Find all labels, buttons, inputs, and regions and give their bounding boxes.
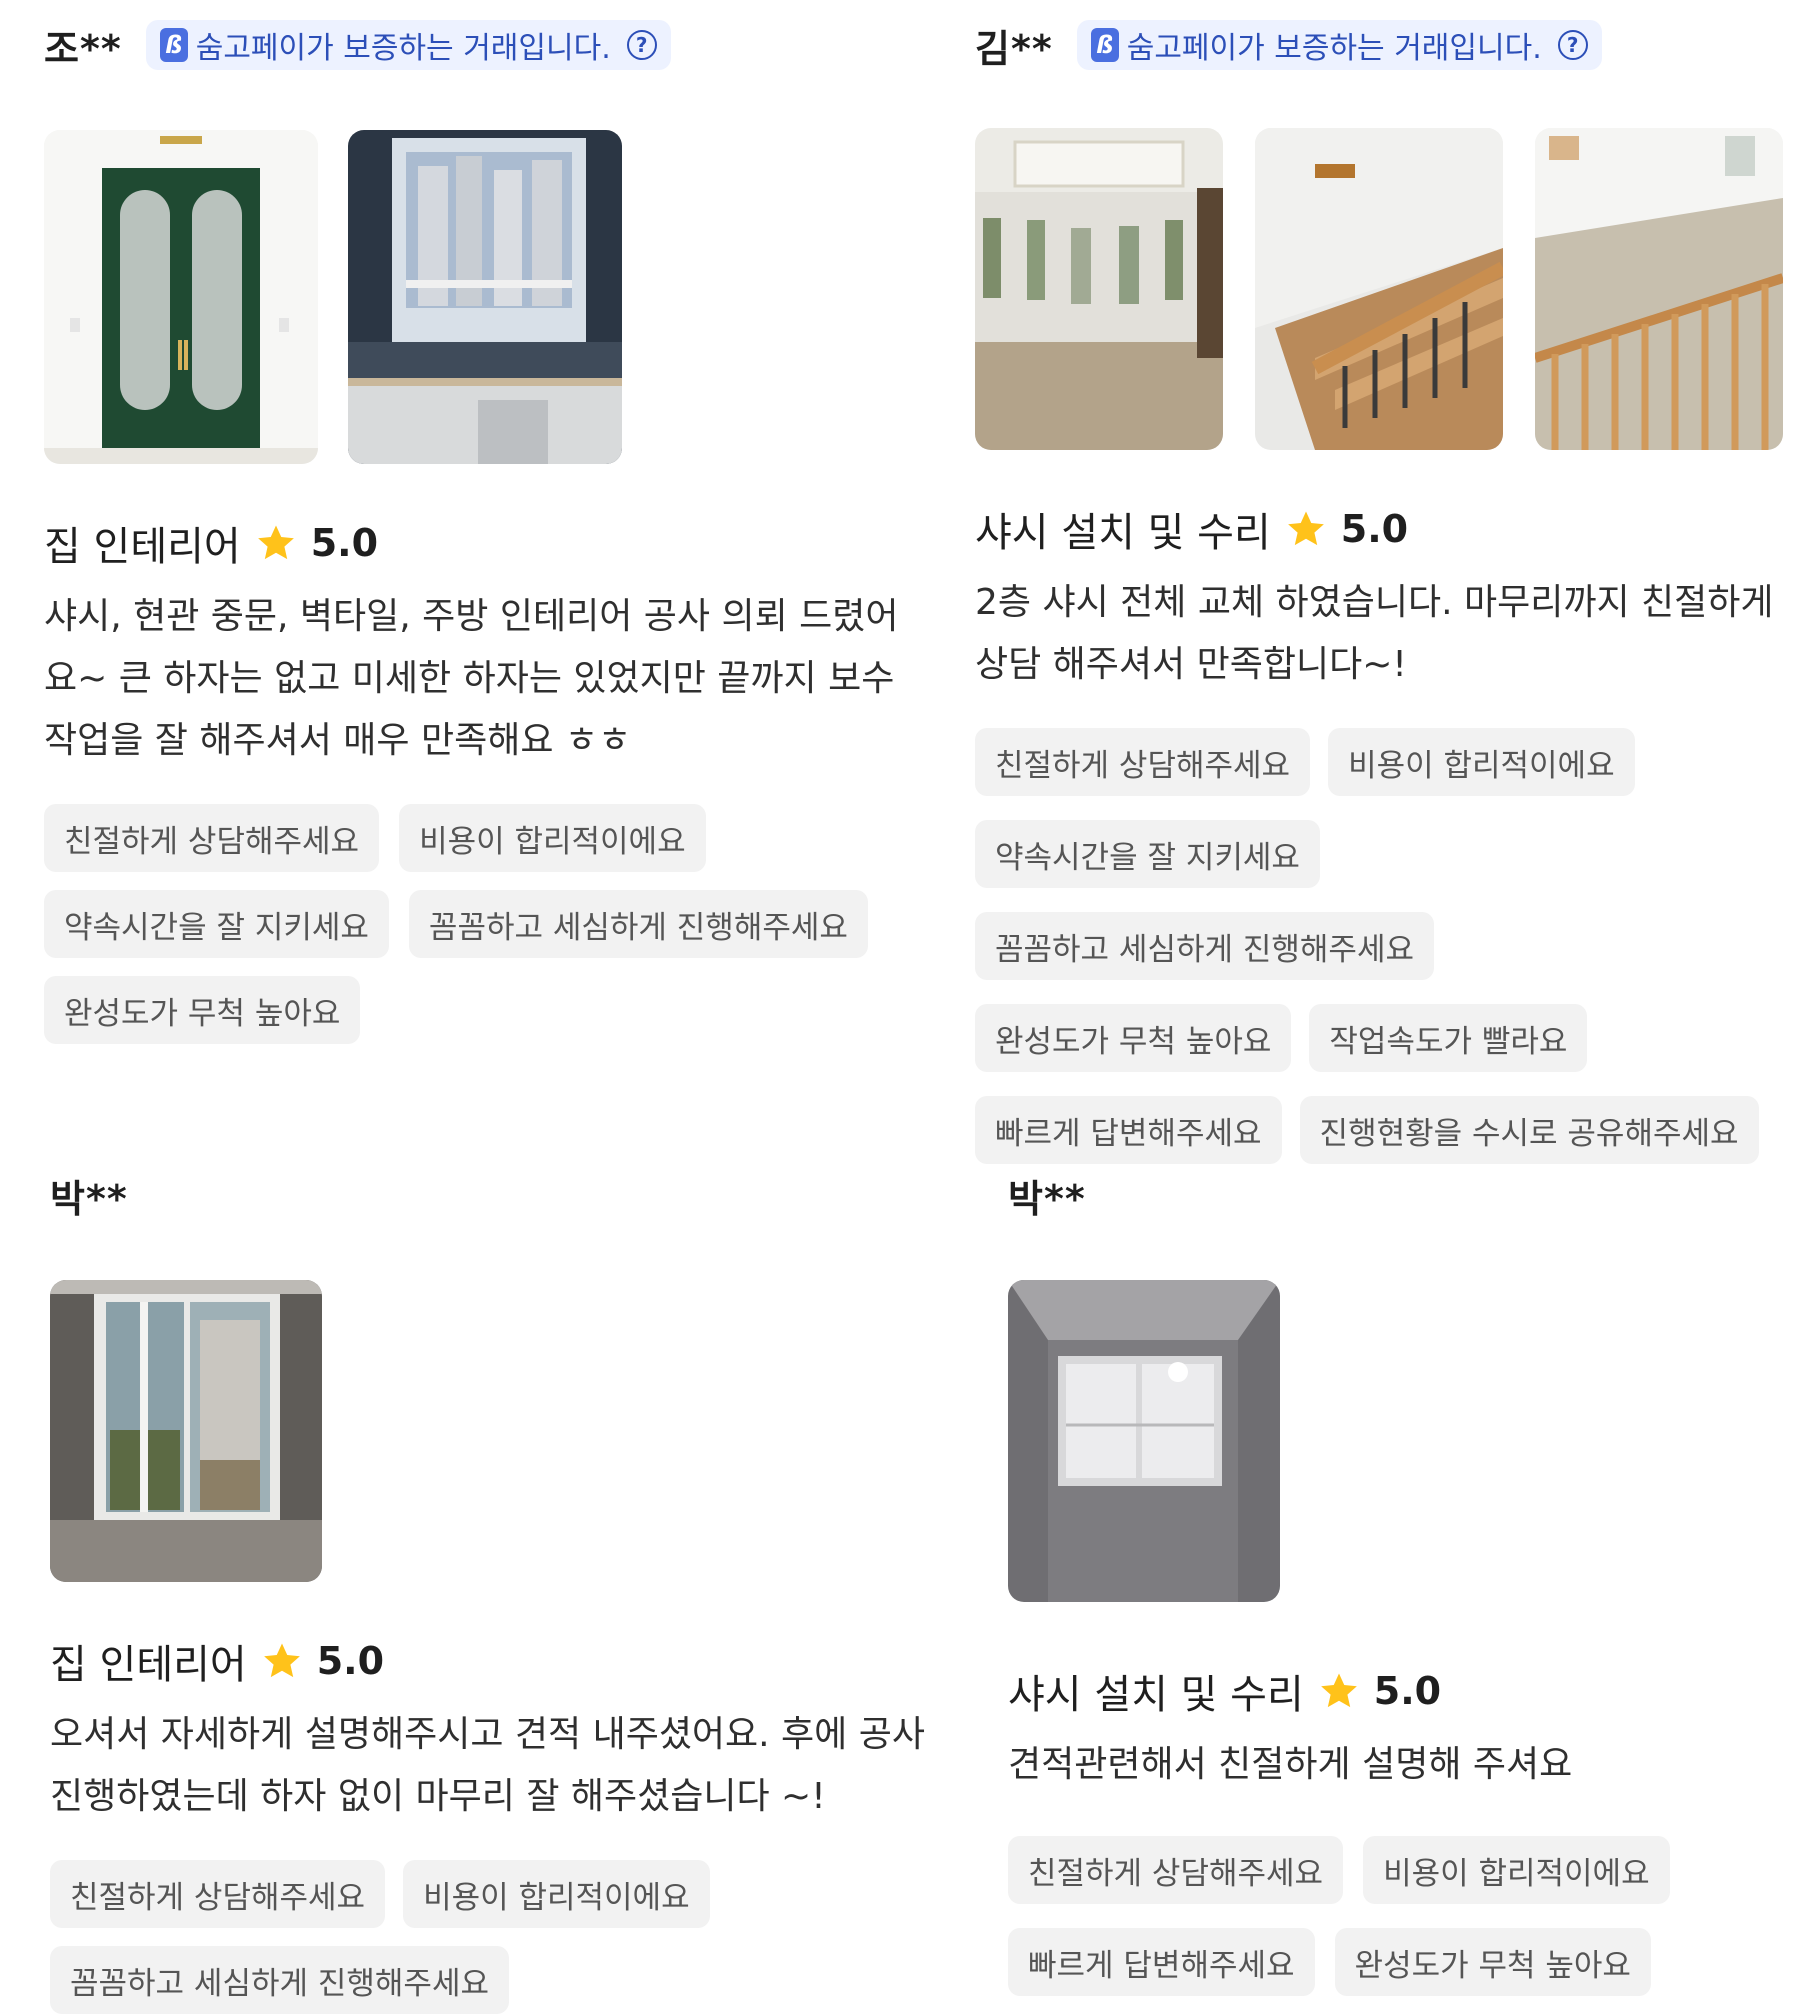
review-photos: [975, 128, 1785, 450]
review-tag: 비용이 합리적이에요: [1328, 728, 1635, 796]
review-header: 조** ß 숨고페이가 보증하는 거래입니다. ?: [44, 10, 924, 80]
rating-value: 5.0: [310, 521, 379, 565]
review-photos: [44, 130, 924, 464]
review-photo[interactable]: [1008, 1280, 1280, 1602]
review-text: 2층 샤시 전체 교체 하였습니다. 마무리까지 친절하게 상담 해주셔서 만족…: [975, 582, 1774, 685]
review-header: 박**: [1008, 1160, 1788, 1230]
review-tag: 완성도가 무척 높아요: [44, 976, 361, 1044]
review-tag: 비용이 합리적이에요: [1363, 1836, 1670, 1904]
review-card: 김** ß 숨고페이가 보증하는 거래입니다. ? 샤시 설치 및 수리 5.0…: [975, 10, 1785, 1164]
help-icon[interactable]: ?: [1557, 30, 1588, 60]
star-icon: [263, 1643, 300, 1678]
review-tag: 친절하게 상담해주세요: [50, 1860, 386, 1928]
review-tag: 꼼꼼하고 세심하게 진행해주세요: [50, 1946, 509, 2014]
review-tag: 친절하게 상담해주세요: [975, 728, 1311, 796]
rating-value: 5.0: [316, 1639, 385, 1683]
review-text: 오셔서 자세하게 설명해주시고 견적 내주셨어요. 후에 공사 진행하였는데 하…: [50, 1714, 925, 1817]
review-header: 김** ß 숨고페이가 보증하는 거래입니다. ?: [975, 10, 1785, 80]
review-text: 샤시, 현관 중문, 벽타일, 주방 인테리어 공사 의뢰 드렸어요~ 큰 하자…: [44, 596, 899, 761]
review-text: 견적관련해서 친절하게 설명해 주셔요: [1008, 1744, 1573, 1785]
review-title-row: 집 인테리어 5.0: [44, 514, 924, 572]
review-tag: 꼼꼼하고 세심하게 진행해주세요: [408, 890, 868, 958]
rating-value: 5.0: [1373, 1669, 1442, 1713]
review-tag: 비용이 합리적이에요: [403, 1860, 710, 1928]
review-card: 조** ß 숨고페이가 보증하는 거래입니다. ? 집 인테리어 5.0 샤시,…: [44, 10, 924, 1044]
service-category: 집 인테리어: [44, 524, 241, 570]
review-tag: 비용이 합리적이에요: [399, 804, 706, 872]
review-photo[interactable]: [50, 1280, 322, 1582]
help-icon[interactable]: ?: [626, 30, 657, 60]
soomgo-pay-icon: ß: [159, 28, 188, 62]
review-photos: [1008, 1280, 1788, 1602]
review-tag: 약속시간을 잘 지키세요: [975, 820, 1320, 888]
review-photo[interactable]: [1255, 128, 1503, 450]
review-photo[interactable]: [44, 130, 318, 464]
payment-guarantee-badge[interactable]: ß 숨고페이가 보증하는 거래입니다. ?: [145, 20, 671, 70]
review-photo[interactable]: [975, 128, 1223, 450]
review-tags: 친절하게 상담해주세요 비용이 합리적이에요 꼼꼼하고 세심하게 진행해주세요: [50, 1860, 910, 2014]
review-tag: 진행현황을 수시로 공유해주세요: [1299, 1096, 1759, 1164]
reviewer-name: 박**: [50, 1176, 128, 1221]
review-tag: 꼼꼼하고 세심하게 진행해주세요: [975, 912, 1434, 980]
reviewer-name: 조**: [44, 26, 122, 71]
soomgo-pay-icon: ß: [1090, 28, 1119, 62]
review-photo[interactable]: [348, 130, 622, 464]
review-card: 박** 집 인테리어 5.0 오셔서 자세하게 설명해주시고 견적 내주셨어요.…: [50, 1160, 930, 2014]
review-tag: 작업속도가 빨라요: [1309, 1004, 1588, 1072]
review-header: 박**: [50, 1160, 930, 1230]
review-photo[interactable]: [1535, 128, 1783, 450]
star-icon: [1287, 511, 1324, 546]
badge-text: 숨고페이가 보증하는 거래입니다.: [1126, 31, 1542, 66]
review-tag: 빠르게 답변해주세요: [1008, 1928, 1315, 1996]
service-category: 샤시 설치 및 수리: [975, 510, 1271, 556]
review-title-row: 집 인테리어 5.0: [50, 1632, 930, 1690]
reviewer-name: 김**: [975, 26, 1053, 71]
review-title-row: 샤시 설치 및 수리 5.0: [975, 500, 1785, 558]
badge-text: 숨고페이가 보증하는 거래입니다.: [195, 31, 611, 66]
review-card: 박** 샤시 설치 및 수리 5.0 견적관련해서 친절하게 설명해 주셔요 친…: [1008, 1160, 1788, 1996]
review-tag: 완성도가 무척 높아요: [975, 1004, 1292, 1072]
payment-guarantee-badge[interactable]: ß 숨고페이가 보증하는 거래입니다. ?: [1076, 20, 1602, 70]
review-tag: 완성도가 무척 높아요: [1334, 1928, 1651, 1996]
review-tags: 친절하게 상담해주세요 비용이 합리적이에요 약속시간을 잘 지키세요 꼼꼼하고…: [975, 728, 1765, 1164]
review-tags: 친절하게 상담해주세요 비용이 합리적이에요 빠르게 답변해주세요 완성도가 무…: [1008, 1836, 1708, 1996]
reviewer-name: 박**: [1008, 1176, 1086, 1221]
review-tags: 친절하게 상담해주세요 비용이 합리적이에요 약속시간을 잘 지키세요 꼼꼼하고…: [44, 804, 884, 1044]
star-icon: [1320, 1673, 1357, 1708]
review-tag: 빠르게 답변해주세요: [975, 1096, 1282, 1164]
review-title-row: 샤시 설치 및 수리 5.0: [1008, 1662, 1788, 1720]
review-tag: 친절하게 상담해주세요: [44, 804, 380, 872]
rating-value: 5.0: [1340, 507, 1409, 551]
review-tag: 친절하게 상담해주세요: [1008, 1836, 1344, 1904]
star-icon: [257, 525, 294, 560]
service-category: 집 인테리어: [50, 1642, 247, 1688]
review-photos: [50, 1280, 930, 1582]
review-tag: 약속시간을 잘 지키세요: [44, 890, 389, 958]
service-category: 샤시 설치 및 수리: [1008, 1672, 1304, 1718]
